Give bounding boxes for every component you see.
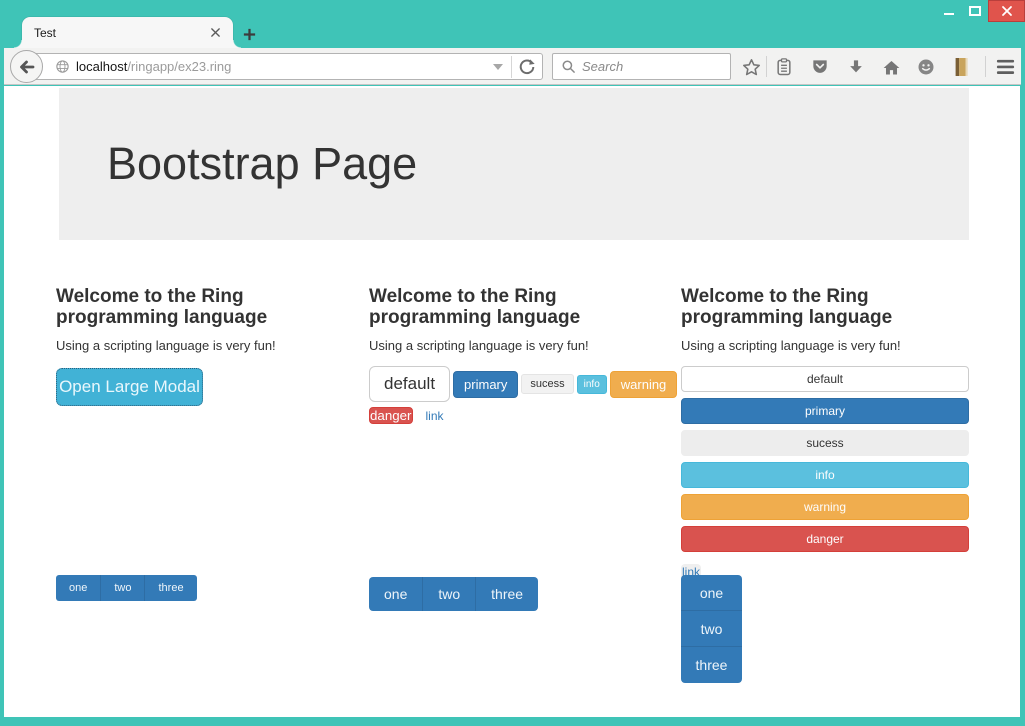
star-icon bbox=[741, 57, 762, 78]
column-2: Welcome to the Ring programming language… bbox=[369, 279, 657, 424]
url-bar[interactable]: localhost/ringapp/ex23.ring bbox=[28, 53, 543, 80]
globe-icon bbox=[55, 59, 70, 74]
sucess-button[interactable]: sucess bbox=[521, 374, 573, 394]
smiley-icon bbox=[916, 57, 936, 77]
column-1: Welcome to the Ring programming language… bbox=[56, 279, 344, 406]
warning-button[interactable]: warning bbox=[610, 371, 678, 398]
group-button-one[interactable]: one bbox=[56, 575, 101, 601]
tab-title: Test bbox=[34, 26, 207, 40]
browser-tab[interactable]: Test bbox=[22, 17, 233, 48]
back-button[interactable] bbox=[10, 50, 43, 83]
page-title: Bootstrap Page bbox=[107, 138, 969, 190]
divider bbox=[766, 56, 767, 77]
group-button-two[interactable]: two bbox=[101, 575, 145, 601]
button-group-vertical: one two three bbox=[681, 575, 742, 683]
column-subtext: Using a scripting language is very fun! bbox=[369, 338, 657, 353]
hamburger-icon bbox=[995, 58, 1016, 76]
button-group-default: one two three bbox=[369, 577, 538, 611]
search-icon bbox=[561, 59, 576, 74]
close-button[interactable] bbox=[988, 0, 1025, 22]
pocket-icon bbox=[810, 57, 830, 77]
clipboard-icon bbox=[774, 57, 794, 77]
info-block-button[interactable]: info bbox=[681, 462, 969, 488]
browser-window: Test localhost/ringapp/ex23.ring bbox=[0, 0, 1025, 726]
new-tab-button[interactable] bbox=[238, 23, 260, 45]
default-block-button[interactable]: default bbox=[681, 366, 969, 392]
group-button-three[interactable]: three bbox=[681, 647, 742, 683]
button-size-row: default primary sucess info warning bbox=[369, 366, 657, 402]
column-subtext: Using a scripting language is very fun! bbox=[56, 338, 344, 353]
search-bar[interactable] bbox=[552, 53, 731, 80]
home-icon bbox=[881, 57, 902, 78]
menu-button[interactable] bbox=[994, 56, 1016, 78]
home-button[interactable] bbox=[880, 56, 902, 78]
link-button[interactable]: link bbox=[426, 409, 444, 423]
plus-icon bbox=[242, 27, 257, 42]
divider bbox=[985, 56, 986, 77]
reload-icon bbox=[518, 58, 536, 76]
group-button-one[interactable]: one bbox=[681, 575, 742, 611]
default-button[interactable]: default bbox=[369, 366, 450, 402]
button-size-row-2: danger link bbox=[369, 407, 657, 424]
danger-block-button[interactable]: danger bbox=[681, 526, 969, 552]
open-large-modal-button[interactable]: Open Large Modal bbox=[56, 368, 203, 406]
primary-button[interactable]: primary bbox=[453, 371, 518, 398]
book-icon bbox=[952, 57, 970, 77]
button-group-small: one two three bbox=[56, 575, 197, 601]
pocket-button[interactable] bbox=[809, 56, 831, 78]
bookmark-star-button[interactable] bbox=[740, 56, 762, 78]
group-button-three[interactable]: three bbox=[145, 575, 196, 601]
column-3: Welcome to the Ring programming language… bbox=[681, 279, 969, 580]
minimize-icon bbox=[944, 13, 954, 15]
jumbotron: Bootstrap Page bbox=[59, 88, 969, 240]
search-input[interactable] bbox=[582, 59, 712, 74]
back-arrow-icon bbox=[17, 57, 37, 77]
column-subtext: Using a scripting language is very fun! bbox=[681, 338, 969, 353]
sucess-block-button[interactable]: sucess bbox=[681, 430, 969, 456]
warning-block-button[interactable]: warning bbox=[681, 494, 969, 520]
url-host: localhost bbox=[76, 59, 127, 74]
url-text[interactable]: localhost/ringapp/ex23.ring bbox=[76, 59, 493, 74]
maximize-button[interactable] bbox=[962, 0, 988, 20]
tab-close-icon[interactable] bbox=[207, 25, 223, 41]
sidebar-button[interactable] bbox=[950, 56, 972, 78]
group-button-two[interactable]: two bbox=[681, 611, 742, 647]
column-heading: Welcome to the Ring programming language bbox=[681, 286, 916, 328]
url-path: /ringapp/ex23.ring bbox=[127, 59, 231, 74]
url-dropdown-icon[interactable] bbox=[493, 64, 503, 70]
maximize-icon bbox=[969, 6, 981, 16]
reload-button[interactable] bbox=[516, 56, 538, 78]
column-heading: Welcome to the Ring programming language bbox=[369, 286, 604, 328]
block-button-stack: default primary sucess info warning dang… bbox=[681, 366, 969, 580]
primary-block-button[interactable]: primary bbox=[681, 398, 969, 424]
danger-button[interactable]: danger bbox=[369, 407, 413, 424]
group-button-two[interactable]: two bbox=[423, 577, 476, 611]
window-controls bbox=[936, 0, 1025, 24]
navigation-toolbar: localhost/ringapp/ex23.ring bbox=[4, 48, 1021, 85]
minimize-button[interactable] bbox=[936, 0, 962, 20]
web-page-content: Bootstrap Page Welcome to the Ring progr… bbox=[4, 86, 1020, 717]
reading-list-button[interactable] bbox=[773, 56, 795, 78]
group-button-three[interactable]: three bbox=[476, 577, 538, 611]
group-button-one[interactable]: one bbox=[369, 577, 423, 611]
close-icon bbox=[1001, 5, 1013, 17]
divider bbox=[511, 56, 512, 78]
downloads-button[interactable] bbox=[845, 56, 867, 78]
hello-button[interactable] bbox=[915, 56, 937, 78]
info-button[interactable]: info bbox=[577, 375, 607, 394]
download-arrow-icon bbox=[846, 57, 866, 77]
column-heading: Welcome to the Ring programming language bbox=[56, 286, 291, 328]
